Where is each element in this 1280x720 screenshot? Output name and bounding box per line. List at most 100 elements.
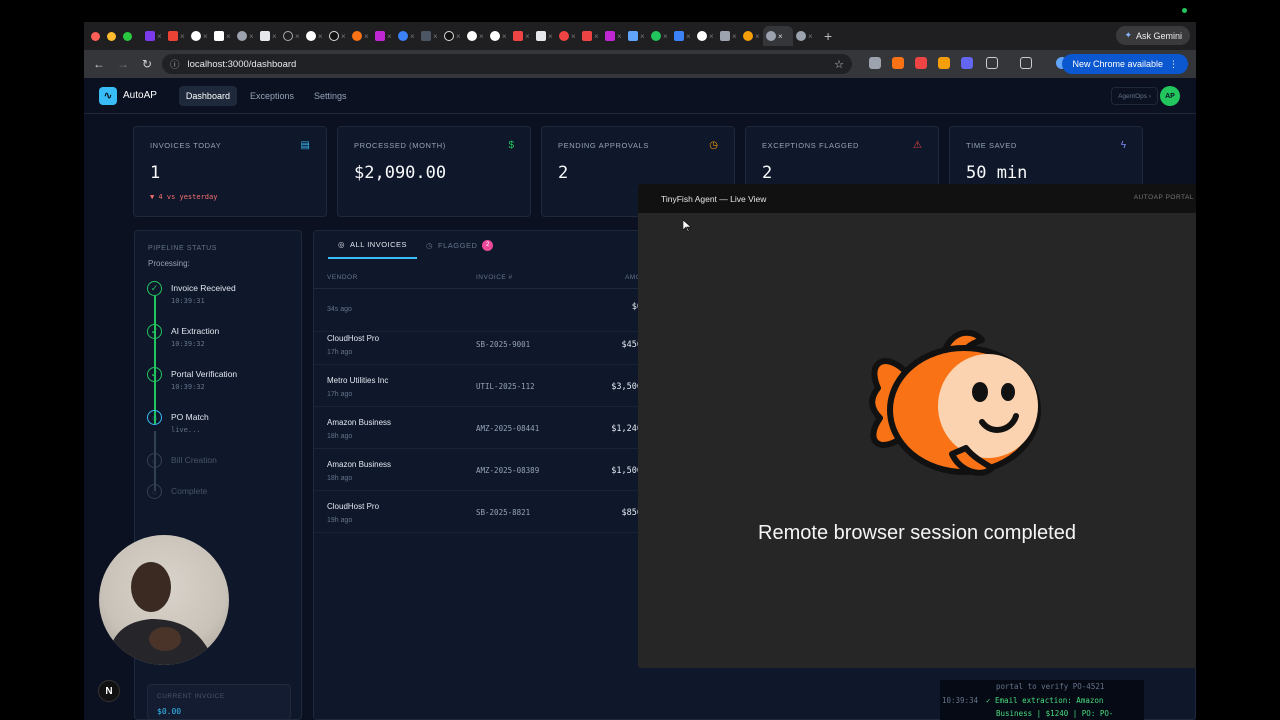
browser-tab[interactable]: × xyxy=(694,26,717,46)
column-header-vendor[interactable]: VENDOR xyxy=(327,274,358,281)
browser-tab[interactable]: × xyxy=(372,26,395,46)
vendor-name: Amazon Business xyxy=(327,418,392,427)
extensions-puzzle-icon[interactable] xyxy=(986,57,998,69)
browser-tab[interactable]: × xyxy=(487,26,510,46)
new-chrome-available-button[interactable]: New Chrome available ⋮ xyxy=(1062,54,1188,74)
tab-close-icon[interactable]: × xyxy=(732,32,737,41)
browser-tab[interactable]: × xyxy=(793,26,816,46)
tab-close-icon[interactable]: × xyxy=(203,32,208,41)
browser-tab[interactable]: × xyxy=(326,26,349,46)
browser-tab[interactable]: × xyxy=(349,26,372,46)
tab-close-icon[interactable]: × xyxy=(686,32,691,41)
autoap-logo-icon[interactable]: ∿ xyxy=(99,86,117,105)
tab-close-icon[interactable]: × xyxy=(548,32,553,41)
close-window-icon[interactable] xyxy=(91,31,100,41)
nav-settings[interactable]: Settings xyxy=(307,86,354,106)
tab-close-icon[interactable]: × xyxy=(364,32,369,41)
browser-tab[interactable]: × xyxy=(303,26,326,46)
tab-close-icon[interactable]: × xyxy=(410,32,415,41)
address-bar[interactable]: ⓘ localhost:3000/dashboard ☆ xyxy=(162,54,852,74)
browser-tab[interactable]: × xyxy=(441,26,464,46)
forward-icon[interactable]: → xyxy=(111,57,135,71)
minimize-window-icon[interactable] xyxy=(107,31,116,41)
browser-tab[interactable]: × xyxy=(257,26,280,46)
browser-tab-active[interactable]: × xyxy=(763,26,793,46)
tab-close-icon[interactable]: × xyxy=(571,32,576,41)
back-icon[interactable]: ← xyxy=(87,57,111,71)
extension-icon[interactable] xyxy=(961,57,973,69)
tab-close-icon[interactable]: × xyxy=(808,32,813,41)
kebab-menu-icon[interactable]: ⋮ xyxy=(1169,59,1178,70)
agentops-button[interactable]: AgentOps › xyxy=(1111,87,1158,105)
maximize-window-icon[interactable] xyxy=(123,31,132,41)
column-header-invoice-number[interactable]: INVOICE # xyxy=(476,274,513,281)
log-line: portal to verify PO-4521 xyxy=(996,682,1105,691)
tab-favicon-icon xyxy=(398,31,408,41)
nav-exceptions[interactable]: Exceptions xyxy=(243,86,301,106)
tab-close-icon[interactable]: × xyxy=(433,32,438,41)
bookmark-star-icon[interactable]: ☆ xyxy=(834,58,844,71)
tab-all-invoices[interactable]: ◎ ALL INVOICES xyxy=(328,231,418,259)
browser-tab[interactable]: × xyxy=(625,26,648,46)
browser-tab[interactable]: × xyxy=(165,26,188,46)
nextjs-badge[interactable]: N xyxy=(98,680,120,702)
tab-close-icon[interactable]: × xyxy=(226,32,231,41)
spinner-icon: ◌ xyxy=(147,410,162,425)
tab-close-icon[interactable]: × xyxy=(157,32,162,41)
brand-name[interactable]: AutoAP xyxy=(123,90,157,101)
invoice-number: SB-2025-9001 xyxy=(476,340,531,349)
tab-close-icon[interactable]: × xyxy=(663,32,668,41)
extension-icon[interactable] xyxy=(869,57,881,69)
browser-tab[interactable]: × xyxy=(234,26,257,46)
tab-close-icon[interactable]: × xyxy=(180,32,185,41)
nav-dashboard[interactable]: Dashboard xyxy=(178,85,237,106)
tab-close-icon[interactable]: × xyxy=(295,32,300,41)
browser-tab[interactable]: × xyxy=(395,26,418,46)
browser-tab[interactable]: × xyxy=(464,26,487,46)
tab-flagged[interactable]: ◷ FLAGGED 2 xyxy=(426,231,494,259)
browser-tab[interactable]: × xyxy=(188,26,211,46)
tab-close-icon[interactable]: × xyxy=(456,32,461,41)
browser-tab[interactable]: × xyxy=(142,26,165,46)
tab-close-icon[interactable]: × xyxy=(479,32,484,41)
tab-close-icon[interactable]: × xyxy=(341,32,346,41)
tab-close-icon[interactable]: × xyxy=(594,32,599,41)
tab-close-icon[interactable]: × xyxy=(272,32,277,41)
new-tab-button[interactable]: + xyxy=(824,28,832,44)
browser-tab[interactable]: × xyxy=(556,26,579,46)
site-info-icon[interactable]: ⓘ xyxy=(170,57,180,71)
tab-close-icon[interactable]: × xyxy=(617,32,622,41)
browser-tab[interactable]: × xyxy=(648,26,671,46)
step-time: 10:39:32 xyxy=(171,383,205,391)
reload-icon[interactable]: ↻ xyxy=(135,57,159,71)
browser-tab[interactable]: × xyxy=(280,26,303,46)
browser-tab[interactable]: × xyxy=(671,26,694,46)
ask-gemini-button[interactable]: ✦ Ask Gemini xyxy=(1116,26,1190,45)
tab-close-icon[interactable]: × xyxy=(318,32,323,41)
tab-close-icon[interactable]: × xyxy=(525,32,530,41)
tab-close-icon[interactable]: × xyxy=(502,32,507,41)
tab-close-icon[interactable]: × xyxy=(387,32,392,41)
extension-icon[interactable] xyxy=(915,57,927,69)
extension-icon[interactable] xyxy=(892,57,904,69)
browser-tab[interactable]: × xyxy=(418,26,441,46)
vendor-name: Amazon Business xyxy=(327,460,392,469)
tab-close-icon[interactable]: × xyxy=(640,32,645,41)
live-view-titlebar[interactable]: TinyFish Agent — Live View AUTOAP PORTAL xyxy=(638,184,1196,213)
browser-tab[interactable]: × xyxy=(717,26,740,46)
tab-close-icon[interactable]: × xyxy=(709,32,714,41)
tab-favicon-icon xyxy=(306,31,316,41)
bolt-icon: ϟ xyxy=(1120,140,1126,151)
browser-tab[interactable]: × xyxy=(740,26,763,46)
tab-close-icon[interactable]: × xyxy=(778,32,783,41)
cast-icon[interactable] xyxy=(1020,57,1032,69)
tab-close-icon[interactable]: × xyxy=(755,32,760,41)
browser-tab[interactable]: × xyxy=(211,26,234,46)
browser-tab[interactable]: × xyxy=(510,26,533,46)
browser-tab[interactable]: × xyxy=(533,26,556,46)
browser-tab[interactable]: × xyxy=(602,26,625,46)
browser-tab[interactable]: × xyxy=(579,26,602,46)
tab-close-icon[interactable]: × xyxy=(249,32,254,41)
user-avatar[interactable]: AP xyxy=(1160,86,1180,106)
extension-icon[interactable] xyxy=(938,57,950,69)
